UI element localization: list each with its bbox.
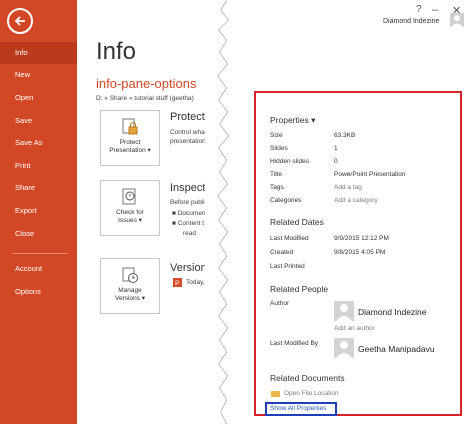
nav-item-options[interactable]: Options: [0, 281, 77, 303]
open-file-location-link[interactable]: Open File Location: [284, 390, 339, 397]
user-silhouette-icon: [336, 304, 352, 321]
related-people-heading: Related People: [270, 284, 329, 294]
nav-item-print[interactable]: Print: [0, 155, 77, 177]
minimize-button[interactable]: –: [432, 4, 438, 16]
document-path[interactable]: D: » Share » tutorial stuff (geetha): [96, 95, 194, 102]
account-name[interactable]: Diamond Indezine: [383, 18, 439, 25]
help-button[interactable]: ?: [416, 4, 422, 15]
nav-item-share[interactable]: Share: [0, 177, 77, 199]
properties-heading[interactable]: Properties ▾: [270, 115, 315, 126]
last-modified-by-avatar: [334, 338, 354, 358]
user-silhouette-icon: [451, 15, 463, 27]
svg-text:P: P: [175, 281, 180, 288]
nav-item-save-as[interactable]: Save As: [0, 132, 77, 154]
user-silhouette-icon: [336, 341, 352, 358]
date-label: Created: [270, 249, 294, 256]
date-value: 9/8/2015 4:05 PM: [334, 249, 386, 256]
prop-label: Size: [270, 132, 283, 139]
nav-item-info[interactable]: Info: [0, 42, 77, 64]
last-modified-by-name[interactable]: Geetha Manipadavu: [358, 344, 435, 354]
add-tag-field[interactable]: Add a tag: [334, 184, 362, 191]
add-author-field[interactable]: Add an author: [334, 325, 375, 332]
nav-item-new[interactable]: New: [0, 64, 77, 86]
powerpoint-file-icon: P: [173, 278, 182, 287]
prop-value: 1: [334, 145, 338, 152]
inspect-bullet: ■ Documen: [172, 210, 206, 217]
page-title: Info: [96, 38, 137, 65]
related-dates-heading: Related Dates: [270, 217, 324, 227]
backstage-nav: Info New Open Save Save As Print Share E…: [0, 0, 77, 424]
versions-icon: [122, 267, 138, 283]
tile-label: Manage: [118, 287, 142, 294]
tile-label: Check for: [116, 209, 144, 216]
prop-value: 0: [334, 158, 338, 165]
title-value[interactable]: PowerPoint Presentation: [334, 171, 406, 178]
nav-item-open[interactable]: Open: [0, 87, 77, 109]
tile-label: Issues ▾: [118, 217, 142, 224]
back-button[interactable]: [7, 8, 33, 34]
prop-label: Title: [270, 171, 283, 178]
nav-divider: [12, 253, 68, 254]
prop-value: 63.3KB: [334, 132, 356, 139]
lock-icon: [122, 118, 138, 135]
back-arrow-icon: [14, 16, 25, 26]
author-name[interactable]: Diamond Indezine: [358, 307, 427, 317]
prop-label: Tags: [270, 184, 284, 191]
nav-item-account[interactable]: Account: [0, 258, 77, 280]
inspect-bullet: read: [183, 230, 197, 237]
tile-label: Versions ▾: [115, 295, 145, 302]
document-title: info-pane-options: [96, 76, 197, 91]
date-label: Last Printed: [270, 263, 305, 270]
related-documents-heading: Related Documents: [270, 373, 345, 383]
prop-label: Hidden slides: [270, 158, 310, 165]
manage-versions-button[interactable]: Manage Versions ▾: [100, 258, 160, 314]
protect-presentation-button[interactable]: Protect Presentation ▾: [100, 110, 160, 166]
nav-item-save[interactable]: Save: [0, 110, 77, 132]
folder-icon: [271, 391, 280, 397]
nav-item-close[interactable]: Close: [0, 223, 77, 245]
prop-label: Slides: [270, 145, 288, 152]
tile-label: Presentation ▾: [109, 147, 151, 154]
tile-label: Protect: [119, 139, 141, 146]
check-for-issues-button[interactable]: Check for Issues ▾: [100, 180, 160, 236]
add-category-field[interactable]: Add a category: [334, 197, 378, 204]
date-value: 9/9/2015 12:12 PM: [334, 235, 389, 242]
date-label: Last Modified: [270, 235, 309, 242]
author-label: Author: [270, 300, 290, 307]
prop-label: Categories: [270, 197, 302, 204]
inspect-bullet: ■ Content t: [172, 220, 205, 227]
last-modified-by-label: Last Modified By: [270, 340, 319, 347]
nav-item-export[interactable]: Export: [0, 200, 77, 222]
torn-paper-edge: [205, 0, 255, 424]
author-avatar: [334, 301, 354, 321]
properties-panel: Properties ▾ Size 63.3KB Slides 1 Hidden…: [254, 91, 462, 416]
inspect-document-icon: [122, 188, 136, 205]
account-avatar[interactable]: [450, 13, 464, 27]
show-all-properties-link[interactable]: Show All Properties: [265, 402, 337, 416]
